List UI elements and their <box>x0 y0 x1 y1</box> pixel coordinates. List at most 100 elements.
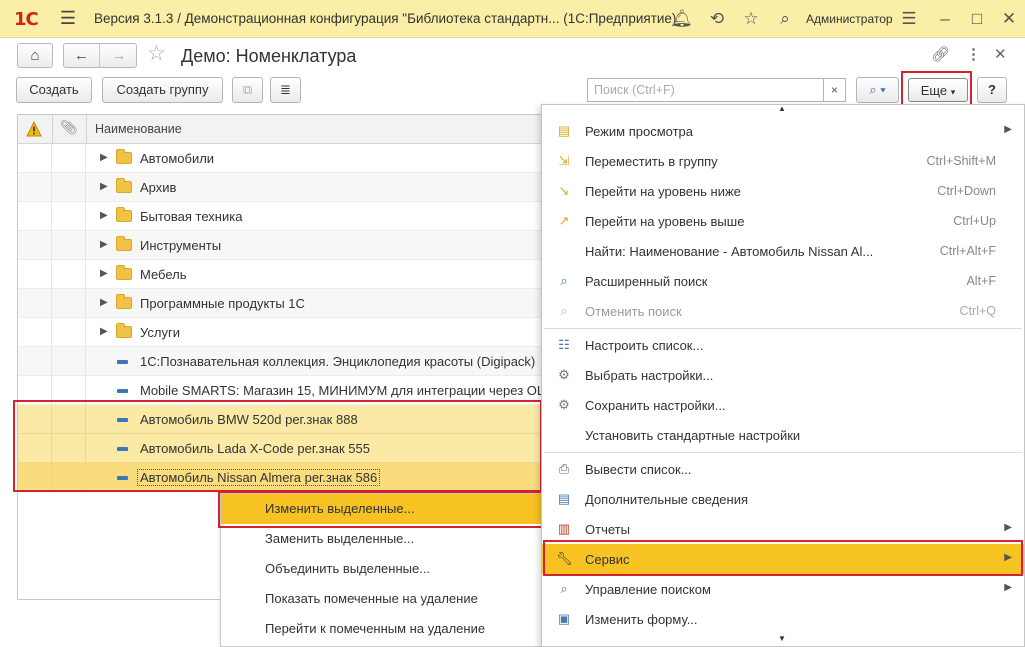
link-icon[interactable]: 🔗︎ <box>931 45 950 63</box>
submenu-arrow-icon: ▶ <box>1004 124 1012 135</box>
menu-separator <box>544 328 1022 329</box>
menu-item-find-by-name[interactable]: Найти: Наименование - Автомобиль Nissan … <box>542 236 1024 266</box>
menu-item-advanced-search[interactable]: ⌕ Расширенный поиск Alt+F <box>542 266 1024 296</box>
notifications-bell-icon[interactable]: 🔔︎ <box>671 8 693 30</box>
menu-item-change-form[interactable]: ▣ Изменить форму... <box>542 604 1024 634</box>
window-titlebar: 1С ☰ Версия 3.1.3 / Демонстрационная кон… <box>0 0 1025 38</box>
row-name: Услуги <box>140 325 180 340</box>
row-name: Автомобили <box>140 151 215 166</box>
menu-item-label: Установить стандартные настройки <box>585 428 801 443</box>
close-form-icon[interactable]: ✕ <box>994 45 1007 63</box>
home-button[interactable]: ⌂ <box>17 43 53 68</box>
search-icon[interactable]: ⌕ <box>774 8 796 30</box>
table-row[interactable]: ▶ Мебель <box>18 260 542 289</box>
forward-arrow-icon[interactable]: → <box>101 44 137 67</box>
table-row[interactable]: ▶ Бытовая техника <box>18 202 542 231</box>
table-row[interactable]: ▶ Инструменты <box>18 231 542 260</box>
menu-item-default-settings[interactable]: Установить стандартные настройки <box>542 420 1024 450</box>
submenu-item-goto-marked[interactable]: Перейти к помеченным на удаление <box>221 614 543 644</box>
menu-item-level-up[interactable]: ↗ Перейти на уровень выше Ctrl+Up <box>542 206 1024 236</box>
submenu-item-replace-selected[interactable]: Заменить выделенные... <box>221 524 543 554</box>
create-button[interactable]: Создать <box>16 77 92 103</box>
submenu-item-show-marked[interactable]: Показать помеченные на удаление <box>221 584 543 614</box>
expand-arrow-icon[interactable]: ▶ <box>100 326 108 337</box>
folder-icon <box>116 236 132 251</box>
folder-icon <box>116 178 132 193</box>
search-options-button[interactable]: ⌕ ▾ <box>856 77 899 103</box>
search-clear-button[interactable]: × <box>824 78 846 102</box>
print-list-icon: ⎙ <box>558 461 570 476</box>
menu-item-label: Найти: Наименование - Автомобиль Nissan … <box>585 244 874 259</box>
expand-arrow-icon[interactable]: ▶ <box>100 181 108 192</box>
menu-item-configure-list[interactable]: ☷ Настроить список... <box>542 330 1024 360</box>
menu-item-move-to-group[interactable]: ⇲ Переместить в группу Ctrl+Shift+M <box>542 146 1024 176</box>
advanced-search-icon: ⌕ <box>560 273 568 288</box>
menu-item-label: Дополнительные сведения <box>585 492 749 507</box>
item-marker-icon <box>117 389 128 393</box>
back-arrow-icon[interactable]: ← <box>64 44 100 67</box>
submenu-arrow-icon: ▶ <box>1004 582 1012 593</box>
menu-item-label: Управление поиском <box>585 582 711 597</box>
menu-item-label: Отменить поиск <box>585 304 682 319</box>
history-icon[interactable]: ⟲ <box>706 8 728 30</box>
window-title: Версия 3.1.3 / Демонстрационная конфигур… <box>94 11 677 26</box>
menu-item-label: Отчеты <box>585 522 630 537</box>
menu-scroll-down-icon[interactable]: ▼ <box>778 634 786 643</box>
change-form-icon: ▣ <box>557 611 571 626</box>
home-icon: ⌂ <box>30 47 40 64</box>
current-user[interactable]: Администратор <box>806 12 893 26</box>
help-button[interactable]: ? <box>977 77 1007 103</box>
main-menu-icon[interactable]: ☰ <box>58 8 78 28</box>
menu-item-select-settings[interactable]: ⚙ Выбрать настройки... <box>542 360 1024 390</box>
more-actions-icon[interactable]: ⋮ <box>966 45 981 63</box>
table-row[interactable]: ▶ Архив <box>18 173 542 202</box>
item-marker-icon <box>117 360 128 364</box>
menu-item-additional-info[interactable]: ▤ Дополнительные сведения <box>542 484 1024 514</box>
menu-item-search-management[interactable]: ⌕ Управление поиском ▶ <box>542 574 1024 604</box>
menu-item-shortcut: Ctrl+Shift+M <box>926 154 996 168</box>
table-header: 📎︎ Наименование <box>18 115 542 144</box>
add-to-favorites-icon[interactable]: ☆ <box>147 41 166 66</box>
favorites-star-icon[interactable]: ☆ <box>740 8 762 30</box>
expand-arrow-icon[interactable]: ▶ <box>100 239 108 250</box>
menu-item-save-settings[interactable]: ⚙ Сохранить настройки... <box>542 390 1024 420</box>
table-row[interactable]: ▶ Автомобили <box>18 144 542 173</box>
menu-item-print-list[interactable]: ⎙ Вывести список... <box>542 454 1024 484</box>
expand-arrow-icon[interactable]: ▶ <box>100 152 108 163</box>
menu-item-shortcut: Alt+F <box>966 274 996 288</box>
minimize-icon[interactable]: – <box>934 8 956 30</box>
row-name: Mobile SMARTS: Магазин 15, МИНИМУМ для и… <box>140 383 543 398</box>
expand-arrow-icon[interactable]: ▶ <box>100 210 108 221</box>
settings-menu-icon[interactable]: ☰ <box>898 8 920 30</box>
table-row[interactable]: ▶ Услуги <box>18 318 542 347</box>
list-view-button[interactable]: ≣ <box>270 77 301 103</box>
table-row[interactable]: 1С:Познавательная коллекция. Энциклопеди… <box>18 347 542 376</box>
annotation-selected-rows <box>13 400 542 492</box>
menu-item-view-mode[interactable]: ▤ Режим просмотра ▶ <box>542 116 1024 146</box>
expand-arrow-icon[interactable]: ▶ <box>100 297 108 308</box>
warning-icon <box>26 121 42 137</box>
attachment-icon: 📎︎ <box>60 119 78 135</box>
table-row[interactable]: ▶ Программные продукты 1С <box>18 289 542 318</box>
annotation-edit-selected <box>218 491 545 528</box>
menu-item-shortcut: Ctrl+Down <box>937 184 996 198</box>
copy-icon: ⧉ <box>242 82 253 97</box>
row-name: Архив <box>140 180 177 195</box>
row-name: Инструменты <box>140 238 222 253</box>
maximize-icon[interactable]: □ <box>966 8 988 30</box>
app-logo: 1С <box>14 9 39 30</box>
menu-scroll-up-icon[interactable]: ▲ <box>778 104 786 113</box>
copy-button[interactable]: ⧉ <box>232 77 263 103</box>
nav-back-forward: ← → <box>63 43 137 68</box>
menu-item-level-down[interactable]: ↘ Перейти на уровень ниже Ctrl+Down <box>542 176 1024 206</box>
create-group-button[interactable]: Создать группу <box>102 77 223 103</box>
menu-item-cancel-search[interactable]: ⌕ Отменить поиск Ctrl+Q <box>542 296 1024 326</box>
menu-item-label: Перейти на уровень выше <box>585 214 745 229</box>
expand-arrow-icon[interactable]: ▶ <box>100 268 108 279</box>
search-input[interactable] <box>587 78 824 102</box>
submenu-item-merge-selected[interactable]: Объединить выделенные... <box>221 554 543 584</box>
view-mode-icon: ▤ <box>557 123 571 138</box>
save-settings-icon: ⚙ <box>558 397 570 412</box>
column-header-name[interactable]: Наименование <box>95 122 182 136</box>
close-window-icon[interactable]: ✕ <box>998 8 1020 30</box>
